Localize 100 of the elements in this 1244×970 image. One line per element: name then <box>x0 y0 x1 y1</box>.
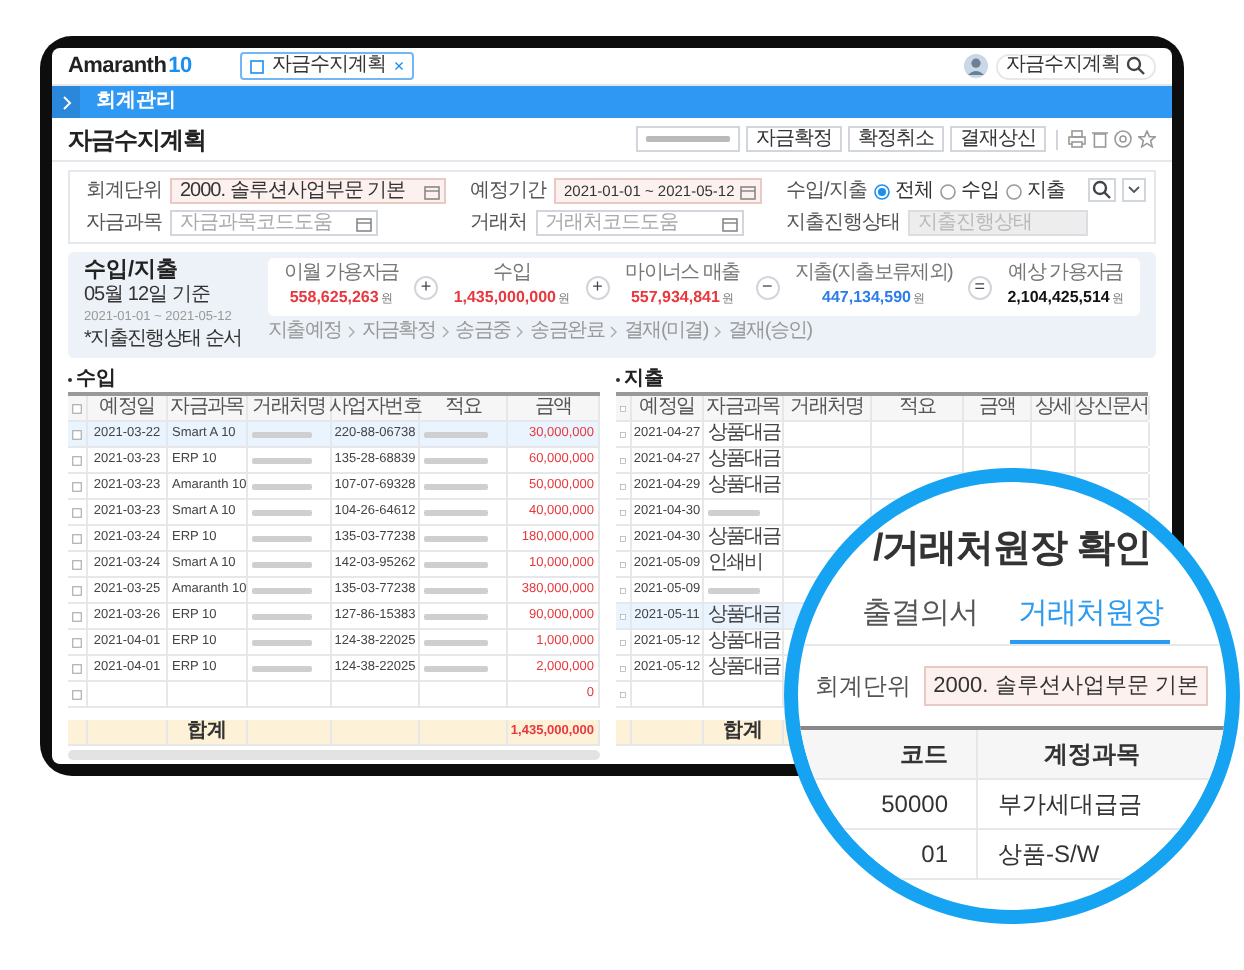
checkbox[interactable] <box>72 427 82 441</box>
radio-button[interactable] <box>940 183 957 199</box>
checkbox[interactable] <box>620 687 626 701</box>
settings-icon[interactable] <box>1114 130 1132 148</box>
summary-title: 수입/지출 <box>84 258 181 284</box>
table-cell: 인쇄비 <box>708 552 762 576</box>
column-header: 자금과목 <box>170 396 244 420</box>
illegible-text-bar <box>708 587 760 593</box>
checkbox[interactable] <box>620 401 626 415</box>
checkbox[interactable] <box>72 505 82 519</box>
checkbox[interactable] <box>72 635 82 649</box>
field-label: 거래처 <box>470 211 527 235</box>
expand-button[interactable] <box>1122 178 1146 202</box>
step-label: 결재(미결) <box>624 320 708 344</box>
field-label: 예정기간 <box>470 179 546 203</box>
column-header: 상신문서 <box>1075 396 1149 420</box>
page-title: 자금수지계획 <box>68 123 206 157</box>
checkbox[interactable] <box>620 427 626 441</box>
calendar-icon[interactable] <box>721 215 737 231</box>
checkbox[interactable] <box>620 531 626 545</box>
chevron-right-icon <box>713 326 722 338</box>
star-icon[interactable] <box>1138 130 1156 148</box>
table-cell: 상품대금 <box>708 474 780 498</box>
checkbox[interactable] <box>72 583 82 597</box>
checkbox[interactable] <box>72 401 82 415</box>
section-title: 지출 <box>624 367 664 391</box>
column-header: 코드 <box>900 740 948 768</box>
radio-button[interactable] <box>874 183 891 199</box>
calendar-icon[interactable] <box>424 183 440 199</box>
illegible-text-bar <box>424 613 488 619</box>
illegible-text-bar <box>252 561 312 567</box>
avatar-icon <box>964 54 988 78</box>
chevron-right-icon <box>61 95 71 109</box>
toolbar-button[interactable]: 확정취소 <box>848 126 944 152</box>
illegible-text-bar <box>252 535 312 541</box>
table-cell: 상품대금 <box>708 448 780 472</box>
operator-icon: = <box>967 275 992 299</box>
table-cell: 50000 <box>881 790 948 818</box>
illegible-text-bar <box>646 136 730 142</box>
input-field[interactable]: 거래처코드도움 <box>535 210 743 236</box>
illegible-text-bar <box>252 587 312 593</box>
operator-icon: − <box>755 275 780 299</box>
menu-title: 회계관리 <box>96 90 176 114</box>
checkbox[interactable] <box>620 453 626 467</box>
checkbox[interactable] <box>72 609 82 623</box>
toolbar-button[interactable]: 결재상신 <box>950 126 1046 152</box>
step-label: 결재(승인) <box>727 320 812 344</box>
checkbox[interactable] <box>620 609 626 623</box>
table-cell: 부가세대급금 <box>998 790 1142 818</box>
illegible-text-bar <box>424 561 488 567</box>
toolbar-button[interactable]: 자금확정 <box>746 126 842 152</box>
checkbox[interactable] <box>620 583 626 597</box>
checkbox[interactable] <box>72 453 82 467</box>
checkbox[interactable] <box>72 531 82 545</box>
checkbox[interactable] <box>72 479 82 493</box>
column-header: 적요 <box>898 396 936 420</box>
trash-icon[interactable] <box>1092 130 1108 148</box>
checkbox[interactable] <box>620 557 626 571</box>
checkbox[interactable] <box>620 635 626 649</box>
search-button[interactable] <box>1088 178 1116 202</box>
column-header: 자금과목 <box>706 396 780 420</box>
calendar-icon[interactable] <box>356 215 372 231</box>
input-field[interactable]: 2000. 솔루션사업부문 기본 <box>923 666 1209 706</box>
chevron-right-icon <box>610 326 619 338</box>
radio-label: 지출 <box>1026 179 1065 203</box>
input-field[interactable]: 2000. 솔루션사업부문 기본 <box>170 178 446 204</box>
summary-label: 이월 가용자금 <box>284 262 399 286</box>
button[interactable] <box>636 126 740 152</box>
table-cell: 상품-S/W <box>998 840 1100 868</box>
tab[interactable]: 출결의서 <box>853 594 986 644</box>
print-icon[interactable] <box>1068 130 1086 148</box>
step-label: 지출예정 <box>268 320 342 344</box>
checkbox[interactable] <box>620 505 626 519</box>
tab[interactable]: 자금수지계획 × <box>239 52 415 80</box>
input-field[interactable]: 자금과목코드도움 <box>170 210 378 236</box>
checkbox[interactable] <box>72 661 82 675</box>
calendar-icon[interactable] <box>740 183 756 199</box>
illegible-text-bar <box>424 665 488 671</box>
illegible-text-bar <box>424 509 488 515</box>
checkbox[interactable] <box>72 557 82 571</box>
step-label: 송금완료 <box>530 320 605 344</box>
radio-label: 전체 <box>894 179 933 203</box>
step-label: 자금확정 <box>361 320 436 344</box>
radio-button[interactable] <box>1006 183 1023 199</box>
menu-toggle[interactable] <box>52 86 80 118</box>
checkbox[interactable] <box>620 661 626 675</box>
summary-label: 예상 가용자금 <box>1008 262 1123 286</box>
total-label: 합계 <box>723 720 763 744</box>
chevron-down-icon <box>1128 186 1140 194</box>
search-field[interactable]: 자금수지계획 <box>996 53 1156 79</box>
checkbox[interactable] <box>620 479 626 493</box>
column-header: 금액 <box>978 396 1016 420</box>
checkbox[interactable] <box>72 687 82 701</box>
table-cell: 01 <box>921 840 948 868</box>
column-header: 적요 <box>444 396 482 420</box>
horizontal-scrollbar[interactable] <box>68 750 600 760</box>
operator-icon: + <box>585 275 610 299</box>
table-cell: 상품대금 <box>708 604 780 628</box>
search-icon[interactable] <box>1126 56 1146 76</box>
table-cell: 상품대금 <box>708 526 780 550</box>
